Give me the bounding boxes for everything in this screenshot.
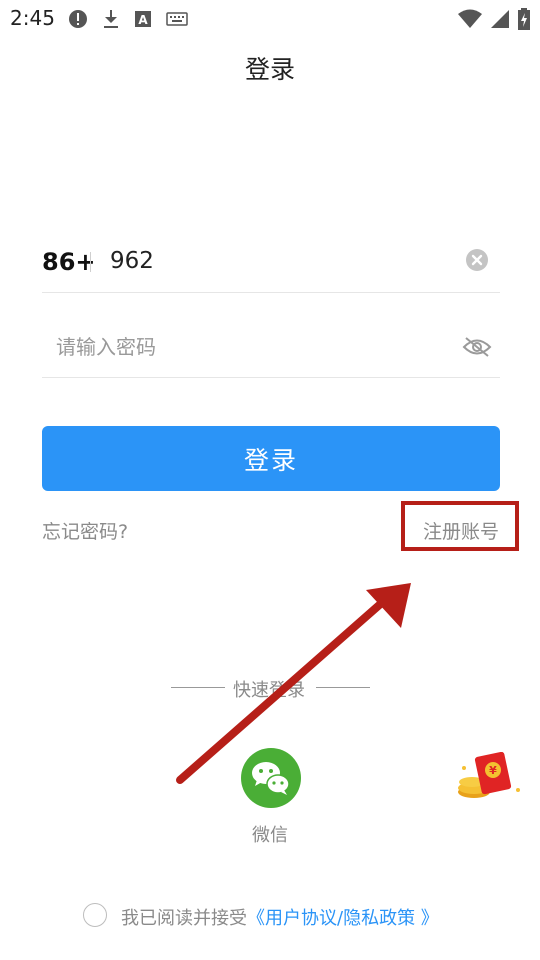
status-bar: 2:45 A	[0, 0, 540, 38]
login-button[interactable]: 登录	[42, 426, 500, 491]
keyboard-icon	[166, 11, 188, 31]
page-title: 登录	[244, 55, 295, 84]
country-code-selector[interactable]: 86+	[42, 248, 96, 276]
svg-text:¥: ¥	[489, 764, 497, 777]
agreement-checkbox[interactable]	[83, 903, 107, 927]
eye-off-icon[interactable]	[462, 336, 492, 358]
a-box-icon: A	[134, 10, 152, 32]
wifi-icon	[458, 9, 482, 33]
register-highlight-box	[401, 501, 519, 551]
agreement-text: 我已阅读并接受《用户协议/隐私政策 》	[121, 904, 439, 930]
alert-icon	[68, 9, 88, 33]
agreement-row: 我已阅读并接受《用户协议/隐私政策 》	[83, 902, 513, 932]
phone-row: 86+ 962	[42, 238, 500, 293]
country-code-divider	[90, 252, 91, 272]
quick-login-label: 快速登录	[233, 680, 305, 701]
forgot-password-link[interactable]: 忘记密码?	[42, 517, 128, 544]
password-input[interactable]	[54, 334, 438, 360]
wechat-label: 微信	[252, 825, 288, 846]
svg-text:A: A	[138, 13, 148, 27]
quick-login-divider-left	[171, 687, 225, 688]
status-time: 2:45	[10, 6, 55, 30]
login-page: 2:45 A 登录 86+ 962 登录 忘记密码? 注册账号 快速登录 微信 …	[0, 0, 540, 960]
status-icons-left: A	[68, 9, 188, 33]
download-icon	[102, 9, 120, 33]
clear-icon[interactable]	[466, 249, 488, 271]
signal-icon	[490, 9, 510, 33]
agreement-link[interactable]: 《用户协议/隐私政策 》	[247, 908, 439, 929]
wechat-icon	[252, 762, 290, 795]
red-packet-icon[interactable]: ¥	[452, 751, 524, 802]
phone-input[interactable]: 962	[110, 248, 154, 274]
password-row	[42, 322, 500, 378]
status-icons-right	[458, 8, 530, 34]
quick-login-divider-right	[316, 687, 370, 688]
wechat-login-button[interactable]	[241, 748, 301, 808]
battery-charging-icon	[518, 8, 530, 34]
agreement-prefix: 我已阅读并接受	[121, 908, 247, 929]
